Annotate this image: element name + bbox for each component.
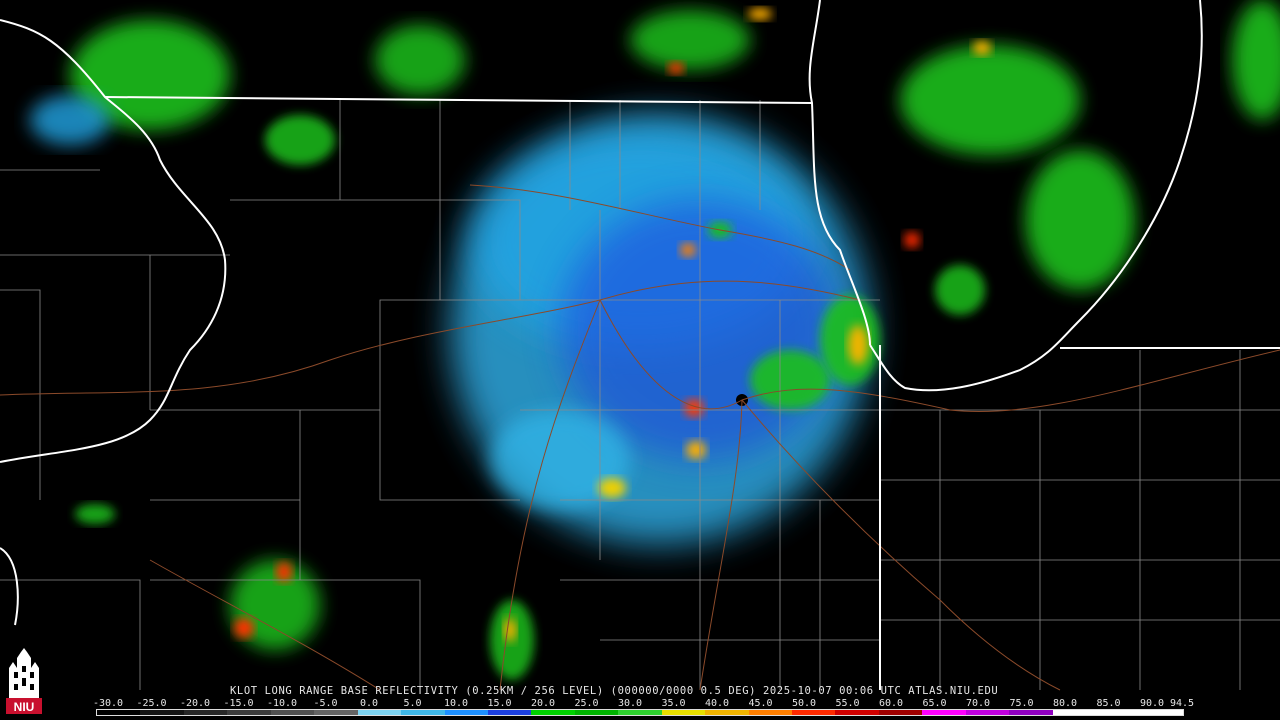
color-bar-segment xyxy=(878,710,923,715)
color-bar-segment xyxy=(1009,710,1053,715)
scale-label: 5.0 xyxy=(403,698,422,709)
reflectivity-color-bar xyxy=(96,709,1184,716)
color-bar-segment xyxy=(1052,710,1097,715)
scale-label: 55.0 xyxy=(835,698,860,709)
scale-label: 60.0 xyxy=(878,698,904,709)
scale-label: 50.0 xyxy=(791,698,817,709)
scale-label: 90.0 xyxy=(1139,698,1165,709)
color-bar-segment xyxy=(227,710,271,715)
color-bar-segment xyxy=(792,710,836,715)
scale-label: 20.0 xyxy=(530,698,556,709)
color-bar-segment xyxy=(705,710,749,715)
radar-caption: KLOT LONG RANGE BASE REFLECTIVITY (0.25K… xyxy=(230,685,999,697)
scale-label: -20.0 xyxy=(179,698,211,709)
color-bar-segment xyxy=(574,710,619,715)
color-bar-segment xyxy=(661,710,706,715)
color-bar-segment xyxy=(1139,710,1183,715)
color-bar-segment xyxy=(965,710,1010,715)
color-bar-segment xyxy=(835,710,879,715)
logo-text: NIU xyxy=(14,700,35,714)
scale-label: 70.0 xyxy=(965,698,991,709)
scale-label: -15.0 xyxy=(223,698,254,709)
scale-label: 45.0 xyxy=(748,698,773,709)
scale-label: -5.0 xyxy=(313,698,338,709)
scale-label: 65.0 xyxy=(922,698,947,709)
color-bar-segment xyxy=(401,710,445,715)
color-bar-segment xyxy=(270,710,315,715)
scale-label: 35.0 xyxy=(661,698,686,709)
color-bar-segment xyxy=(97,710,141,715)
scale-labels: -30.0 -25.0 -20.0 -15.0 -10.0 -5.0 0.0 5.0 10.0 1… xyxy=(92,698,1194,709)
scale-label: 10.0 xyxy=(443,698,469,709)
scale-label: 94.5 xyxy=(1169,698,1195,709)
color-bar-segment xyxy=(314,710,358,715)
scale-label: 30.0 xyxy=(617,698,643,709)
color-bar-segment xyxy=(444,710,488,715)
niu-tower-logo-icon: NIU xyxy=(3,646,45,716)
color-bar-segment xyxy=(183,710,228,715)
color-bar-segment xyxy=(140,710,184,715)
scale-label: 40.0 xyxy=(704,698,730,709)
scale-label: 0.0 xyxy=(359,698,379,709)
scale-label: 85.0 xyxy=(1096,698,1121,709)
radar-map xyxy=(0,0,1280,720)
color-bar-segment xyxy=(1096,710,1140,715)
scale-label: -25.0 xyxy=(136,698,167,709)
scale-label: 15.0 xyxy=(487,698,512,709)
scale-label: -10.0 xyxy=(266,698,298,709)
color-bar-segment xyxy=(357,710,402,715)
color-bar-segment xyxy=(618,710,662,715)
color-bar-segment xyxy=(748,710,792,715)
scale-label: 80.0 xyxy=(1052,698,1078,709)
color-bar-segment xyxy=(531,710,575,715)
scale-label: 25.0 xyxy=(574,698,599,709)
scale-label: -30.0 xyxy=(92,698,124,709)
color-bar-segment xyxy=(922,710,966,715)
scale-label: 75.0 xyxy=(1009,698,1034,709)
color-bar-segment xyxy=(487,710,532,715)
